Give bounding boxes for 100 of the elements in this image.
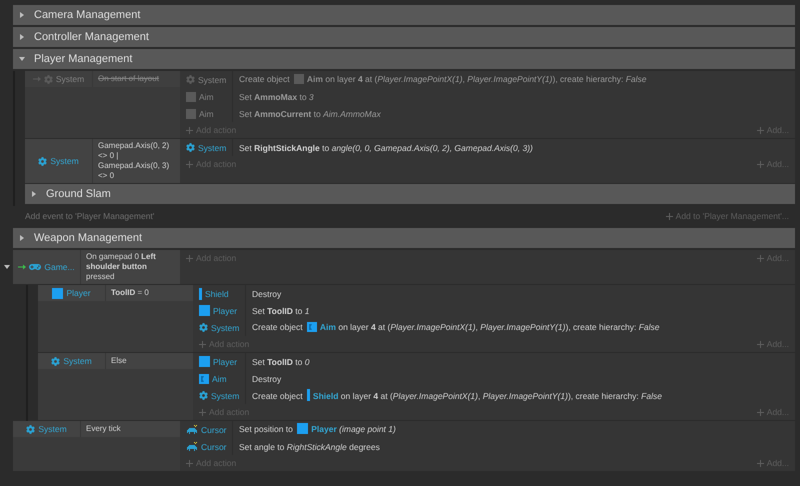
- object-name: Aim: [199, 108, 214, 118]
- object-name: Aim: [199, 92, 214, 102]
- square-icon: [52, 288, 64, 298]
- bar-icon: [199, 288, 202, 300]
- plus-icon: [186, 254, 193, 262]
- action-text: Set AmmoMax to 3: [238, 92, 314, 102]
- action-row[interactable]: System Create object Aim on layer 4 at (Player.ImagePointX(1), Player.ImagePointY(1)), create hierarchy: False: [193, 319, 795, 336]
- plus-icon: [186, 126, 193, 134]
- action-text: Set RightStickAngle to angle(0, 0, Gamepad.Axis(0, 2), Gamepad.Axis(0, 3)): [238, 142, 533, 152]
- gear-icon: [38, 156, 48, 166]
- group-title: Ground Slam: [46, 188, 111, 200]
- gear-icon: [199, 323, 208, 332]
- object-name: Game...: [44, 262, 75, 272]
- trigger-arrow-icon: [18, 264, 26, 270]
- object-name: Player: [213, 306, 238, 316]
- action-text: Create object Aim on layer 4 at (Player.ImagePointX(1), Player.ImagePointY(1)), create hierarchy: False: [238, 74, 647, 86]
- square-icon: [306, 322, 317, 332]
- gear-icon: [44, 74, 53, 84]
- collapsed-arrow-icon[interactable]: [19, 235, 25, 241]
- action-text: Set position to Player (image point 1): [238, 423, 396, 436]
- object-name: System: [198, 74, 226, 84]
- group-header[interactable]: Controller Management: [13, 27, 795, 47]
- action-text: Create object Aim on layer 4 at (Player.ImagePointX(1), Player.ImagePointY(1)), create hierarchy: False: [251, 322, 660, 334]
- collapsed-arrow-icon[interactable]: [31, 191, 37, 197]
- object-name: System: [198, 142, 226, 152]
- gear-icon: [186, 143, 195, 152]
- plus-icon: [756, 340, 764, 348]
- gear-icon: [199, 391, 208, 400]
- action-row[interactable]: Aim Destroy: [193, 370, 795, 387]
- expanded-arrow-icon[interactable]: [4, 264, 10, 270]
- expanded-arrow-icon[interactable]: [19, 56, 25, 62]
- add-event-hint[interactable]: Add event to 'Player Management': [25, 211, 154, 221]
- object-name: System: [50, 156, 79, 166]
- action-row[interactable]: Player Set ToolID to 0: [193, 353, 795, 370]
- condition-row[interactable]: System Else: [38, 353, 193, 369]
- condition-row[interactable]: System Every tick: [13, 421, 180, 437]
- action-text: Set angle to RightStickAngle degrees: [238, 442, 380, 452]
- plus-icon: [186, 160, 193, 168]
- bar-icon: [306, 388, 310, 400]
- object-name: Player: [66, 288, 91, 298]
- condition-text: Gamepad.Axis(0, 2) <> 0 | Gamepad.Axis(0, 3) <> 0: [97, 140, 170, 182]
- square-icon: [199, 374, 209, 384]
- plus-icon: [199, 408, 206, 416]
- condition-row[interactable]: System Gamepad.Axis(0, 2) <> 0 | Gamepad.Axis(0, 3) <> 0: [25, 139, 180, 183]
- plus-icon: [666, 212, 673, 220]
- trigger-arrow-icon: [32, 76, 41, 82]
- action-text: Destroy: [251, 288, 282, 298]
- action-text: Set ToolID to 1: [251, 306, 310, 316]
- condition-text: Every tick: [85, 423, 122, 435]
- gear-icon: [51, 356, 60, 366]
- collapsed-arrow-icon[interactable]: [19, 34, 25, 40]
- object-name: Shield: [205, 288, 229, 298]
- collapsed-arrow-icon[interactable]: [19, 12, 25, 18]
- square-icon: [199, 305, 210, 316]
- action-text: Destroy: [251, 374, 282, 384]
- square-icon: [297, 423, 308, 434]
- gear-icon: [186, 75, 195, 84]
- object-name: System: [63, 356, 92, 366]
- condition-text: Else: [110, 355, 128, 367]
- square-icon: [199, 356, 210, 367]
- plus-icon: [186, 460, 193, 466]
- square-icon: [186, 108, 196, 118]
- condition-text: ToolID = 0: [110, 287, 150, 299]
- action-row[interactable]: Cursor Set angle to RightStickAngle degrees: [180, 438, 795, 455]
- plus-icon: [199, 340, 206, 348]
- group-header[interactable]: Ground Slam: [25, 184, 795, 204]
- object-name: System: [38, 424, 67, 434]
- object-name: System: [56, 74, 84, 84]
- object-name: Cursor: [201, 424, 227, 434]
- action-row[interactable]: System Create object Shield on layer 4 at (Player.ImagePointX(1), Player.ImagePointY(1)), create hierarchy: False: [193, 387, 795, 404]
- condition-text: On gamepad 0 Left shoulder button pressed: [85, 251, 157, 283]
- plus-icon: [756, 254, 764, 262]
- action-row[interactable]: Shield Destroy: [193, 285, 795, 302]
- plus-icon: [756, 408, 764, 416]
- group-header[interactable]: Weapon Management: [13, 228, 795, 248]
- condition-row[interactable]: Player ToolID = 0: [38, 285, 193, 301]
- condition-row[interactable]: Game... On gamepad 0 Left shoulder button pressed: [13, 250, 180, 284]
- group-header[interactable]: Camera Management: [13, 5, 795, 25]
- plus-icon: [756, 460, 764, 466]
- group-title: Camera Management: [34, 9, 140, 21]
- plus-icon: [756, 160, 764, 168]
- action-text: Set ToolID to 0: [251, 356, 310, 366]
- object-name: Aim: [212, 374, 227, 384]
- square-icon: [186, 92, 196, 102]
- object-name: System: [211, 390, 240, 400]
- group-title: Controller Management: [34, 31, 149, 43]
- group-title: Player Management: [34, 53, 132, 65]
- plus-icon: [756, 126, 764, 134]
- action-row[interactable]: System Set RightStickAngle to angle(0, 0, Gamepad.Axis(0, 2), Gamepad.Axis(0, 3)): [180, 139, 795, 156]
- square-icon: [294, 74, 304, 84]
- gamepad-icon: [29, 261, 42, 273]
- object-name: Player: [213, 356, 238, 366]
- group-title: Weapon Management: [34, 232, 142, 244]
- object-name: Cursor: [201, 442, 227, 452]
- action-row[interactable]: Cursor Set position to Player (image point 1): [180, 421, 795, 438]
- gear-icon: [26, 424, 36, 434]
- action-text: Set AmmoCurrent to Aim.AmmoMax: [238, 108, 381, 118]
- action-text: Create object Shield on layer 4 at (Player.ImagePointX(1), Player.ImagePointY(1)), create hierarchy: False: [251, 388, 662, 402]
- action-row[interactable]: Player Set ToolID to 1: [193, 302, 795, 319]
- group-header[interactable]: Player Management: [13, 49, 795, 69]
